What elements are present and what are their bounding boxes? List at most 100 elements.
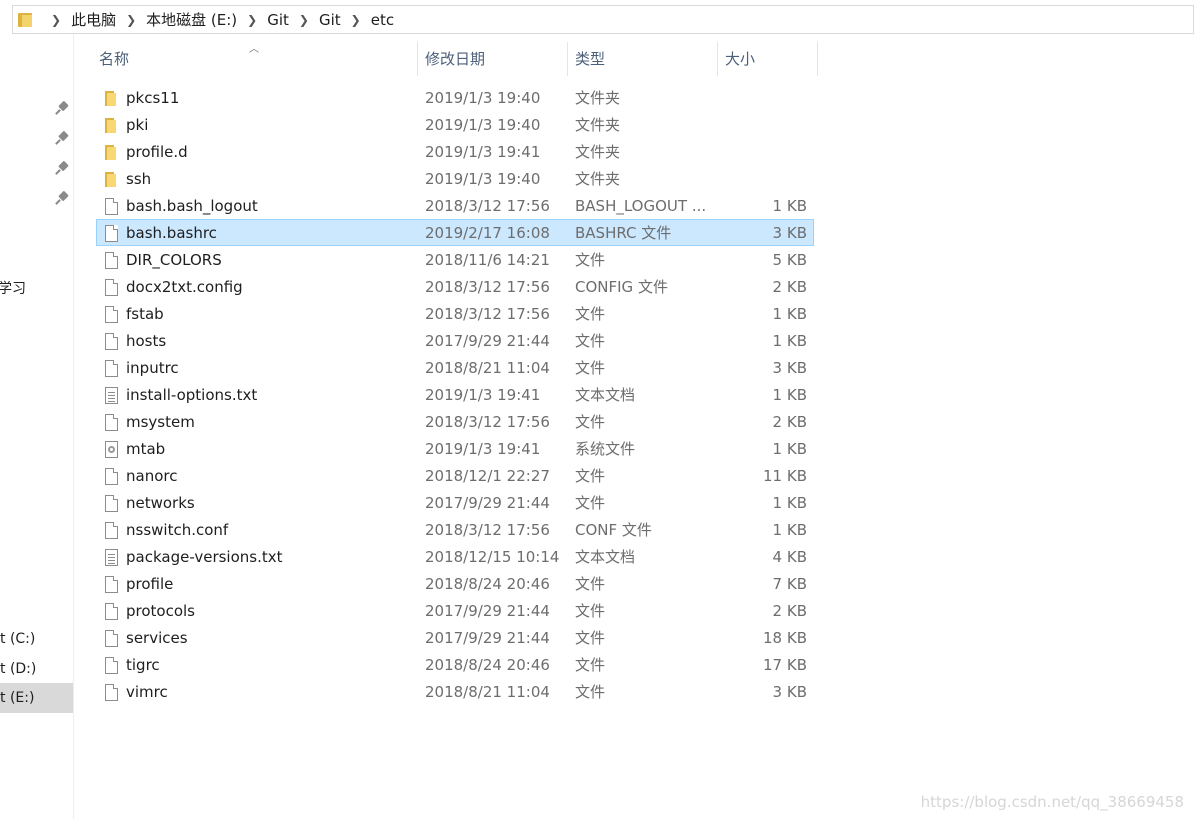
chevron-right-icon[interactable]: ❯ xyxy=(51,13,61,27)
file-row[interactable]: DIR_COLORS 2018/11/6 14:21 文件 5 KB xyxy=(96,246,814,273)
file-name: pkcs11 xyxy=(126,89,180,107)
file-list[interactable]: pkcs11 2019/1/3 19:40 文件夹 pki 2019/1/3 19:40… xyxy=(96,84,814,705)
file-size: 2 KB xyxy=(772,413,807,431)
chevron-right-icon[interactable]: ❯ xyxy=(351,13,361,27)
file-date: 2018/3/12 17:56 xyxy=(425,278,550,296)
file-date: 2018/11/6 14:21 xyxy=(425,251,550,269)
file-date: 2017/9/29 21:44 xyxy=(425,629,550,647)
file-row[interactable]: pki 2019/1/3 19:40 文件夹 xyxy=(96,111,814,138)
file-name: bash.bash_logout xyxy=(126,197,258,215)
file-date: 2018/8/24 20:46 xyxy=(425,656,550,674)
file-type: 文件 xyxy=(575,683,606,701)
folder-icon xyxy=(103,117,119,134)
file-date: 2019/1/3 19:40 xyxy=(425,116,541,134)
file-row[interactable]: vimrc 2018/8/21 11:04 文件 3 KB xyxy=(96,678,814,705)
file-row[interactable]: hosts 2017/9/29 21:44 文件 1 KB xyxy=(96,327,814,354)
file-row[interactable]: ssh 2019/1/3 19:40 文件夹 xyxy=(96,165,814,192)
file-row[interactable]: docx2txt.config 2018/3/12 17:56 CONFIG 文件 2… xyxy=(96,273,814,300)
file-row[interactable]: nanorc 2018/12/1 22:27 文件 11 KB xyxy=(96,462,814,489)
file-name: inputrc xyxy=(126,359,179,377)
column-header-size[interactable]: 大小 xyxy=(718,42,818,76)
file-date: 2018/8/21 11:04 xyxy=(425,683,550,701)
file-row[interactable]: networks 2017/9/29 21:44 文件 1 KB xyxy=(96,489,814,516)
file-name: vimrc xyxy=(126,683,168,701)
file-size: 5 KB xyxy=(772,251,807,269)
file-row[interactable]: install-options.txt 2019/1/3 19:41 文本文档 1 K… xyxy=(96,381,814,408)
nav-drive-c[interactable]: t (C:) xyxy=(0,624,73,654)
address-bar[interactable]: ❯ 此电脑 ❯ 本地磁盘 (E:) ❯ Git ❯ Git ❯ etc xyxy=(12,5,1194,34)
file-date: 2019/1/3 19:41 xyxy=(425,143,541,161)
file-type: 文件 xyxy=(575,494,606,512)
file-date: 2018/3/12 17:56 xyxy=(425,521,550,539)
file-name: msystem xyxy=(126,413,195,431)
system-file-icon xyxy=(105,441,118,458)
navigation-pane[interactable]: 学习 t (C:) t (D:) t (E:) xyxy=(0,34,74,819)
file-name: fstab xyxy=(126,305,164,323)
file-row[interactable]: services 2017/9/29 21:44 文件 18 KB xyxy=(96,624,814,651)
file-icon xyxy=(105,495,118,512)
file-row[interactable]: tigrc 2018/8/24 20:46 文件 17 KB xyxy=(96,651,814,678)
file-row[interactable]: protocols 2017/9/29 21:44 文件 2 KB xyxy=(96,597,814,624)
file-icon xyxy=(105,225,118,242)
file-size: 7 KB xyxy=(772,575,807,593)
breadcrumb-this-pc[interactable]: 此电脑 xyxy=(71,9,116,30)
file-row[interactable]: bash.bashrc 2019/2/17 16:08 BASHRC 文件 3 KB xyxy=(96,219,814,246)
pin-icon[interactable] xyxy=(55,190,69,205)
file-date: 2019/1/3 19:41 xyxy=(425,440,541,458)
file-row[interactable]: profile 2018/8/24 20:46 文件 7 KB xyxy=(96,570,814,597)
breadcrumb-git-2[interactable]: Git xyxy=(319,11,341,29)
file-icon xyxy=(105,306,118,323)
file-name: nanorc xyxy=(126,467,178,485)
nav-item-study[interactable]: 学习 xyxy=(0,278,26,298)
folder-icon xyxy=(103,171,119,188)
file-row[interactable]: profile.d 2019/1/3 19:41 文件夹 xyxy=(96,138,814,165)
file-row[interactable]: mtab 2019/1/3 19:41 系统文件 1 KB xyxy=(96,435,814,462)
pin-icon[interactable] xyxy=(55,100,69,115)
breadcrumb-git[interactable]: Git xyxy=(267,11,289,29)
file-icon xyxy=(105,468,118,485)
column-header-date[interactable]: 修改日期 xyxy=(418,42,568,76)
file-name: profile xyxy=(126,575,174,593)
file-type: CONFIG 文件 xyxy=(575,278,668,296)
chevron-right-icon[interactable]: ❯ xyxy=(126,13,136,27)
column-header-name[interactable]: 名称 xyxy=(92,42,418,76)
file-row[interactable]: pkcs11 2019/1/3 19:40 文件夹 xyxy=(96,84,814,111)
file-name: install-options.txt xyxy=(126,386,258,404)
file-row[interactable]: msystem 2018/3/12 17:56 文件 2 KB xyxy=(96,408,814,435)
file-type: CONF 文件 xyxy=(575,521,652,539)
nav-drive-d[interactable]: t (D:) xyxy=(0,654,73,684)
pin-icon[interactable] xyxy=(55,160,69,175)
file-name: protocols xyxy=(126,602,196,620)
pin-icon[interactable] xyxy=(55,130,69,145)
file-size: 18 KB xyxy=(763,629,807,647)
file-size: 2 KB xyxy=(772,278,807,296)
column-header-type[interactable]: 类型 xyxy=(568,42,718,76)
chevron-right-icon[interactable]: ❯ xyxy=(247,13,257,27)
file-row[interactable]: inputrc 2018/8/21 11:04 文件 3 KB xyxy=(96,354,814,381)
file-name: docx2txt.config xyxy=(126,278,243,296)
file-date: 2017/9/29 21:44 xyxy=(425,602,550,620)
file-row[interactable]: fstab 2018/3/12 17:56 文件 1 KB xyxy=(96,300,814,327)
file-date: 2017/9/29 21:44 xyxy=(425,494,550,512)
file-row[interactable]: package-versions.txt 2018/12/15 10:14 文本文档… xyxy=(96,543,814,570)
file-size: 1 KB xyxy=(772,305,807,323)
file-date: 2018/3/12 17:56 xyxy=(425,197,550,215)
chevron-right-icon[interactable]: ❯ xyxy=(299,13,309,27)
file-name: package-versions.txt xyxy=(126,548,283,566)
file-icon xyxy=(105,360,118,377)
file-size: 1 KB xyxy=(772,197,807,215)
file-date: 2018/12/15 10:14 xyxy=(425,548,560,566)
file-date: 2018/8/24 20:46 xyxy=(425,575,550,593)
file-size: 11 KB xyxy=(763,467,807,485)
file-row[interactable]: nsswitch.conf 2018/3/12 17:56 CONF 文件 1 KB xyxy=(96,516,814,543)
file-type: 文件 xyxy=(575,332,606,350)
file-icon xyxy=(105,630,118,647)
file-row[interactable]: bash.bash_logout 2018/3/12 17:56 BASH_LOGO… xyxy=(96,192,814,219)
breadcrumb-drive-e[interactable]: 本地磁盘 (E:) xyxy=(146,9,237,30)
file-type: 文件 xyxy=(575,656,606,674)
breadcrumb-etc[interactable]: etc xyxy=(371,11,394,29)
nav-drive-e[interactable]: t (E:) xyxy=(0,683,73,713)
file-icon xyxy=(105,333,118,350)
file-type: BASH_LOGOUT ... xyxy=(575,197,707,215)
file-size: 17 KB xyxy=(763,656,807,674)
